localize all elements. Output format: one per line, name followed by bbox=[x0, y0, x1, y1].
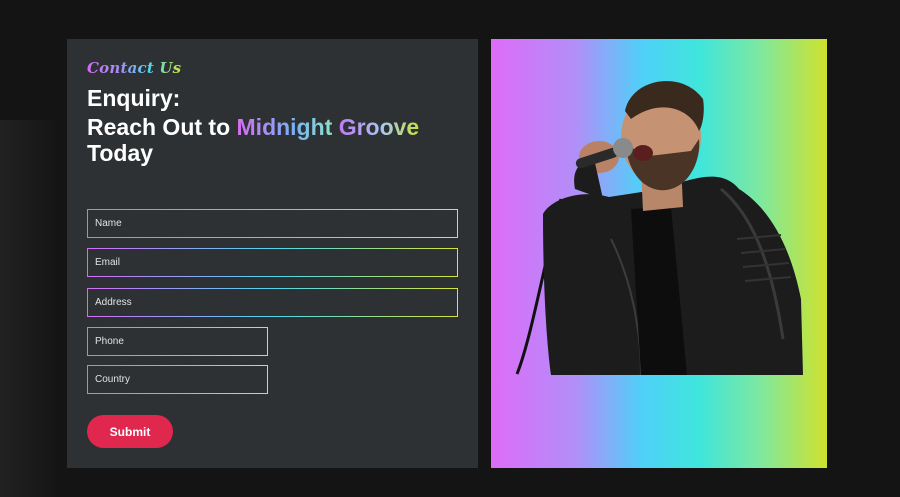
name-field-wrapper bbox=[87, 209, 458, 238]
brand-word-midnight: Midnight bbox=[236, 114, 333, 140]
address-field-wrapper bbox=[87, 288, 458, 317]
phone-field[interactable] bbox=[88, 328, 267, 355]
email-field[interactable] bbox=[88, 249, 457, 276]
country-field[interactable] bbox=[88, 366, 267, 393]
brand-word-groove: Groove bbox=[338, 114, 420, 140]
heading-prefix: Reach Out to bbox=[87, 114, 237, 140]
email-field-wrapper bbox=[87, 248, 458, 277]
address-field[interactable] bbox=[88, 289, 457, 316]
heading-line-reach-out: Reach Out to Midnight Groove Today bbox=[87, 114, 467, 166]
singer-illustration bbox=[515, 81, 803, 376]
heading-suffix: Today bbox=[87, 140, 154, 166]
name-field[interactable] bbox=[88, 210, 457, 237]
contact-us-eyebrow: Contact Us bbox=[87, 59, 182, 77]
phone-field-wrapper bbox=[87, 327, 268, 356]
singer-image-panel bbox=[491, 39, 827, 468]
heading-line-enquiry: Enquiry: bbox=[87, 85, 181, 111]
page-title: Enquiry: Reach Out to Midnight Groove Tod… bbox=[87, 85, 467, 166]
submit-button[interactable]: Submit bbox=[87, 415, 173, 448]
country-field-wrapper bbox=[87, 365, 268, 394]
background-glow bbox=[0, 120, 60, 497]
contact-form-panel: Contact Us Enquiry: Reach Out to Midnigh… bbox=[67, 39, 478, 468]
